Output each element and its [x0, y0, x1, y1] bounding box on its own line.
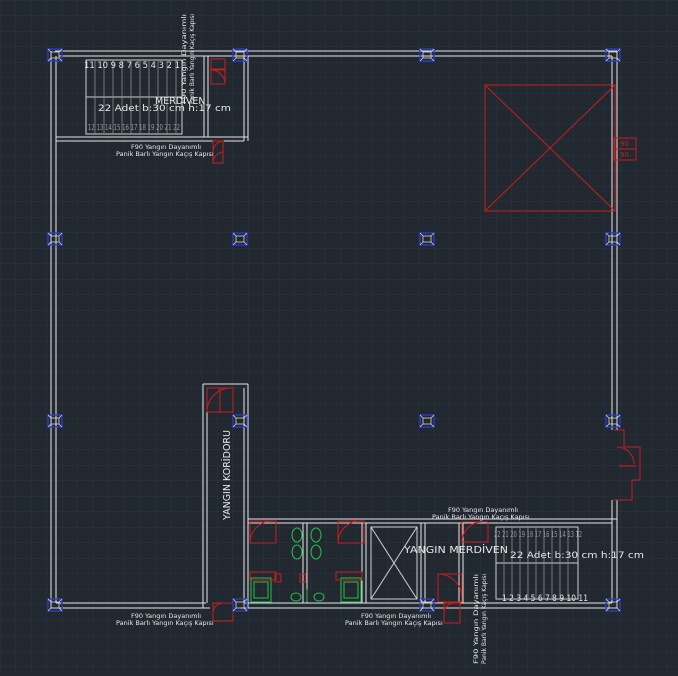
stair-top-spec: 22 Adet b:30 cm h:17 cm [98, 104, 231, 114]
door-note-fire-stair-vertical-1: F90 Yangın Dayanımlı [472, 574, 480, 664]
fire-stair-steps-lower: 1 2 3 4 5 6 7 8 9 10 11 [502, 594, 588, 604]
door-note-fire-stair-line2: Panik Barlı Yangın Kaçış Kapısı [432, 513, 530, 521]
door-size-a: 90 [620, 140, 629, 148]
stair-top-steps-lower: 12 13 14 15 16 17 18 19 20 21 22 [88, 123, 180, 132]
door-note-top-vertical-1: F90 Yangın Dayanımlı [180, 14, 188, 104]
door-note-bottom-left-line2: Panik Barlı Yangın Kaçış Kapısı [116, 619, 214, 627]
door-note-fire-stair-vertical-2: Panik Barlı Yangın Kaçış Kapısı [480, 574, 488, 664]
fire-corridor-label: YANGIN KORİDORU [222, 430, 233, 521]
fire-stair-name: YANGIN MERDİVEN [403, 545, 508, 556]
stair-top-steps-upper: 11 10 9 8 7 6 5 4 3 2 1 [84, 61, 180, 71]
fire-stair-steps-upper: 22 21 20 19 18 17 16 15 14 13 12 [494, 530, 582, 539]
drawing-grid [0, 0, 678, 671]
door-size-b: 90 [620, 151, 629, 159]
door-note-top-vertical-2: Panik Barlı Yangın Kaçış Kapısı [188, 14, 196, 104]
cad-drawing-canvas[interactable]: 11 10 9 8 7 6 5 4 3 2 1 12 13 14 15 16 1… [0, 0, 678, 671]
floor-plan[interactable]: 11 10 9 8 7 6 5 4 3 2 1 12 13 14 15 16 1… [0, 0, 678, 671]
fire-stair-spec: 22 Adet b:30 cm h:17 cm [510, 551, 644, 561]
door-note-bottom-mid-line2: Panik Barlı Yangın Kaçış Kapısı [345, 619, 443, 627]
door-note-top-line2: Panik Barlı Yangın Kaçış Kapısı [116, 150, 214, 158]
